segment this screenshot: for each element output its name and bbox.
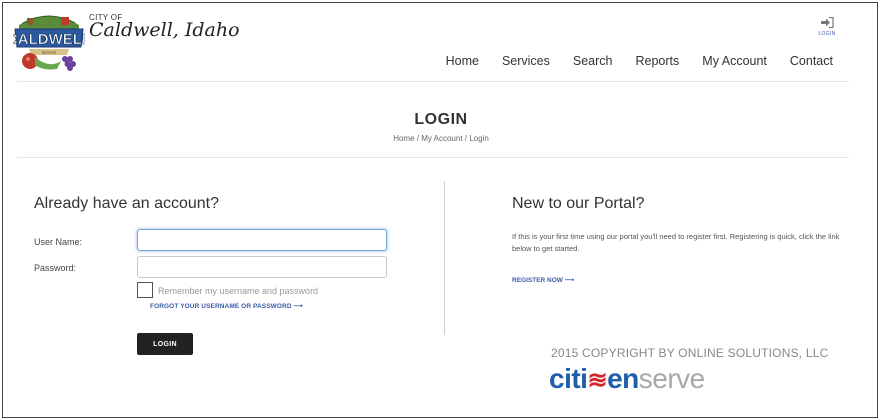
breadcrumb: Home / My Account / Login xyxy=(393,134,489,143)
title-rule xyxy=(17,157,849,158)
password-label: Password: xyxy=(34,263,77,273)
username-input[interactable] xyxy=(137,229,387,251)
login-button[interactable]: LOGIN xyxy=(137,333,193,355)
brand-part-en: en xyxy=(607,363,639,394)
brand-part-citi: citi xyxy=(549,363,588,394)
svg-text:CALDWELL: CALDWELL xyxy=(13,31,85,48)
remember-checkbox[interactable] xyxy=(137,282,153,298)
nav-reports[interactable]: Reports xyxy=(636,54,680,68)
svg-text:IDAHO: IDAHO xyxy=(42,50,57,55)
register-text: If this is your first time using our por… xyxy=(512,232,840,253)
sign-in-icon xyxy=(820,17,834,28)
brand-part-serve: serve xyxy=(638,363,705,394)
brand-part-z: ≋ xyxy=(587,367,608,394)
login-heading: Already have an account? xyxy=(34,195,220,212)
nav-my-account[interactable]: My Account xyxy=(702,54,767,68)
header-login-label: LOGIN xyxy=(818,31,836,37)
column-divider xyxy=(444,181,445,335)
page-frame: CALDWELL IDAHO CITY OF Caldwell, Idaho L… xyxy=(2,2,878,418)
remember-label: Remember my username and password xyxy=(158,286,319,296)
username-label: User Name: xyxy=(34,237,83,247)
nav-home[interactable]: Home xyxy=(446,54,479,68)
nav-search[interactable]: Search xyxy=(573,54,613,68)
nav-services[interactable]: Services xyxy=(502,54,550,68)
header-login-link[interactable]: LOGIN xyxy=(815,17,839,37)
copyright-text: 2015 COPYRIGHT BY ONLINE SOLUTIONS, LLC xyxy=(551,346,829,360)
password-input[interactable] xyxy=(137,256,387,278)
city-name: Caldwell, Idaho xyxy=(89,19,240,41)
register-heading: New to our Portal? xyxy=(512,195,645,212)
header-rule xyxy=(17,81,849,82)
page-title: LOGIN xyxy=(414,111,468,128)
citizenserve-logo: citi≋enserve xyxy=(549,363,705,395)
caldwell-logo[interactable]: CALDWELL IDAHO xyxy=(13,9,85,73)
forgot-credentials-link[interactable]: FORGOT YOUR USERNAME OR PASSWORD ⟶ xyxy=(150,302,303,310)
main-nav: Home Services Search Reports My Account … xyxy=(423,54,833,68)
nav-contact[interactable]: Contact xyxy=(790,54,833,68)
register-now-link[interactable]: REGISTER NOW ⟶ xyxy=(512,276,574,284)
